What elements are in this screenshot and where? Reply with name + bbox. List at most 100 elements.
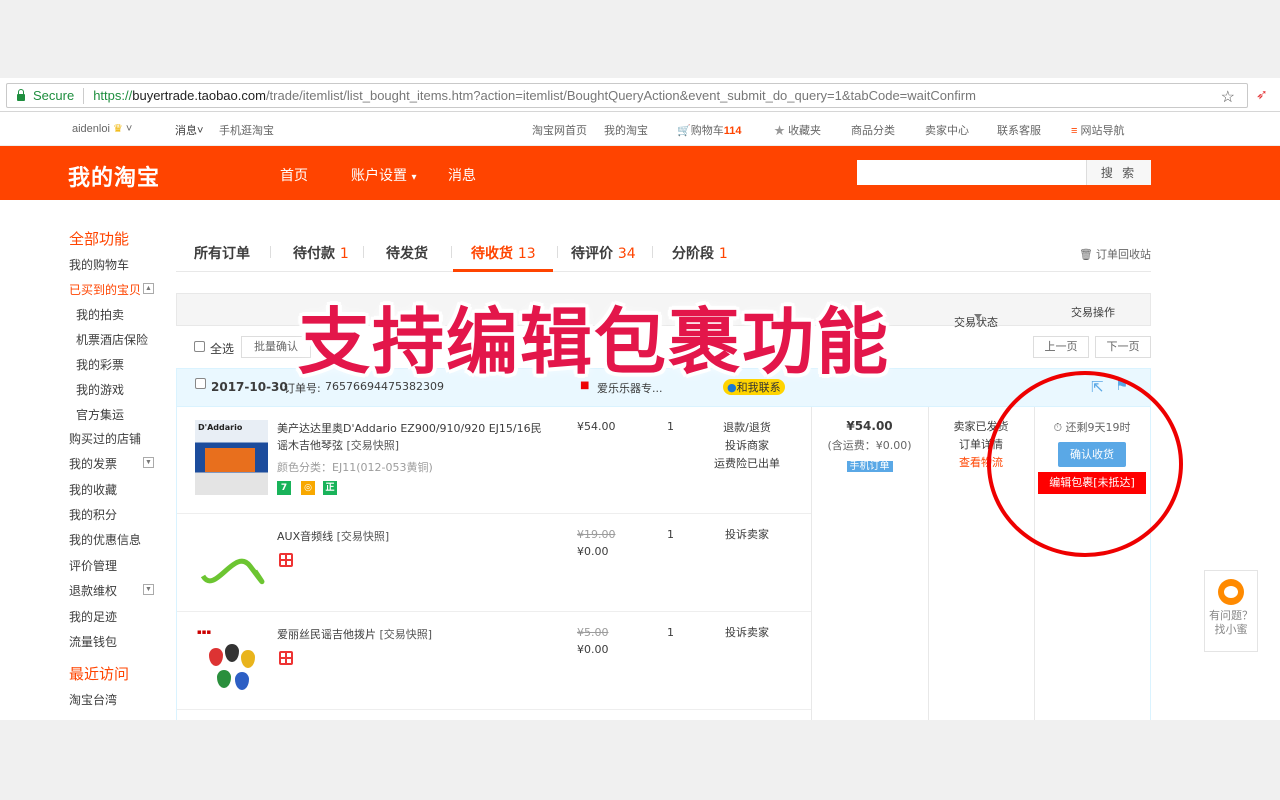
snapshot-link[interactable]: [交易快照] bbox=[337, 530, 390, 543]
snapshot-link[interactable]: [交易快照] bbox=[380, 628, 433, 641]
user-name[interactable]: aidenloi ♛ ˅ bbox=[72, 122, 132, 135]
logo[interactable]: 我的淘宝 bbox=[68, 160, 160, 192]
product-name-text: 爱丽丝民谣吉他拨片 bbox=[277, 628, 376, 641]
recent-item[interactable]: 淘宝台湾 bbox=[69, 691, 117, 708]
categories-link[interactable]: 商品分类 bbox=[851, 122, 895, 138]
favorites-link[interactable]: ★ 收藏夹 bbox=[774, 122, 821, 138]
my-taobao-link[interactable]: 我的淘宝 bbox=[604, 122, 648, 138]
sidebar-item-favorites[interactable]: 我的收藏 bbox=[69, 481, 117, 498]
tab-pending-ship[interactable]: 待发货 bbox=[386, 243, 428, 263]
quantity: 1 bbox=[667, 626, 674, 639]
cart-label: 购物车 bbox=[690, 125, 724, 137]
product-name[interactable]: AUX音频线 [交易快照] bbox=[277, 528, 547, 545]
total-price: ¥54.00 bbox=[846, 419, 893, 433]
pick-image bbox=[225, 644, 239, 662]
order-checkbox[interactable] bbox=[195, 378, 206, 389]
product-name[interactable]: 美产达达里奥D'Addario EZ900/910/920 EJ15/16民谣木… bbox=[277, 420, 547, 454]
nav-account-label: 账户设置 bbox=[351, 168, 407, 184]
star-icon: ★ bbox=[774, 125, 785, 137]
refund-link[interactable]: 退款/退货 bbox=[697, 419, 797, 437]
tab-count: 34 bbox=[617, 246, 636, 262]
complain-link[interactable]: 投诉卖家 bbox=[697, 624, 797, 642]
recycle-bin-link[interactable]: 🗑 订单回收站 bbox=[1079, 246, 1151, 262]
sidebar-item-auction[interactable]: 我的拍卖 bbox=[76, 306, 124, 323]
sidebar-item-shipping[interactable]: 官方集运 bbox=[76, 406, 124, 423]
item-operations: 投诉卖家 bbox=[697, 624, 797, 642]
tab-installments[interactable]: 分阶段 1 bbox=[672, 243, 728, 263]
product-name[interactable]: 爱丽丝民谣吉他拨片 [交易快照] bbox=[277, 626, 547, 643]
complain-link[interactable]: 投诉商家 bbox=[697, 437, 797, 455]
menu-icon: ≡ bbox=[1071, 125, 1078, 137]
pick-image bbox=[241, 650, 255, 668]
table-row: ▪▪▪ 爱丽丝民谣吉他拨片 [交易快照] ¥5.00 ¥0.00 1 投诉卖家 bbox=[177, 612, 811, 710]
prev-page-button[interactable]: 上一页 bbox=[1033, 336, 1089, 358]
cart-count: 114 bbox=[723, 125, 742, 137]
pick-image bbox=[217, 670, 231, 688]
search-input[interactable] bbox=[857, 160, 1086, 185]
product-thumbnail[interactable]: D'Addario bbox=[195, 420, 268, 495]
home-link[interactable]: 淘宝网首页 bbox=[532, 122, 587, 138]
select-all-label: 全选 bbox=[210, 342, 235, 356]
help-line1: 有问题？ bbox=[1209, 610, 1253, 622]
sidebar-item-refunds[interactable]: 退款维权 bbox=[69, 582, 117, 599]
tab-pending-review[interactable]: 待评价 34 bbox=[571, 243, 636, 263]
sidebar-item-points[interactable]: 我的积分 bbox=[69, 506, 117, 523]
sidebar-item-coupons[interactable]: 我的优惠信息 bbox=[69, 531, 141, 548]
tab-pending-receipt[interactable]: 待收货 13 bbox=[471, 243, 536, 263]
sidebar-item-shops[interactable]: 购买过的店铺 bbox=[69, 430, 141, 447]
nav-home[interactable]: 首页 bbox=[280, 165, 308, 185]
mobile-link[interactable]: 手机逛淘宝 bbox=[219, 122, 274, 138]
collapse-icon[interactable]: ▲ bbox=[143, 283, 154, 294]
service-link[interactable]: 联系客服 bbox=[997, 122, 1041, 138]
sitemap-text: 网站导航 bbox=[1080, 125, 1125, 137]
sidebar-item-lottery[interactable]: 我的彩票 bbox=[76, 356, 124, 373]
sidebar-item-data-wallet[interactable]: 流量钱包 bbox=[69, 633, 117, 650]
cable-image bbox=[200, 558, 265, 585]
sidebar-item-travel[interactable]: 机票酒店保险 bbox=[76, 331, 148, 348]
cart-link[interactable]: 🛒购物车114 bbox=[677, 122, 741, 138]
tab-label: 待付款 bbox=[293, 246, 335, 262]
product-thumbnail[interactable] bbox=[195, 526, 268, 601]
expand-icon[interactable]: ▼ bbox=[143, 584, 154, 595]
snapshot-link[interactable]: [交易快照] bbox=[347, 439, 400, 452]
tab-pending-payment[interactable]: 待付款 1 bbox=[293, 243, 349, 263]
overlay-caption: 支持编辑包裹功能 bbox=[298, 300, 891, 384]
genuine-badge: 正 bbox=[323, 481, 337, 495]
nav-messages[interactable]: 消息 bbox=[448, 165, 476, 185]
help-widget[interactable]: 有问题？ 找小蜜 bbox=[1204, 570, 1258, 652]
tab-label: 待发货 bbox=[386, 246, 428, 262]
next-page-button[interactable]: 下一页 bbox=[1095, 336, 1151, 358]
sidebar-item-reviews[interactable]: 评价管理 bbox=[69, 557, 117, 574]
price-block: ¥19.00 ¥0.00 bbox=[577, 528, 616, 558]
sidebar-item-invoice[interactable]: 我的发票 bbox=[69, 455, 117, 472]
nav-account-settings[interactable]: 账户设置 ▾ bbox=[351, 165, 416, 185]
recycle-bin-text: 订单回收站 bbox=[1096, 249, 1151, 261]
sidebar-item-games[interactable]: 我的游戏 bbox=[76, 381, 124, 398]
messages-link[interactable]: 消息˅ bbox=[175, 122, 203, 138]
seller-center-link[interactable]: 卖家中心 bbox=[925, 122, 969, 138]
tab-label: 所有订单 bbox=[194, 246, 250, 262]
table-row: AUX音频线 [交易快照] ¥19.00 ¥0.00 1 投诉卖家 bbox=[177, 514, 811, 612]
url-field[interactable]: Secure https:// buyertrade.taobao.com /t… bbox=[6, 83, 1248, 108]
crown-icon: ♛ bbox=[112, 123, 123, 135]
gift-icon bbox=[279, 651, 293, 665]
active-tab-indicator bbox=[453, 269, 553, 272]
extension-icon[interactable]: ➶ bbox=[1256, 87, 1270, 103]
bookmark-star-icon[interactable]: ☆ bbox=[1221, 87, 1235, 107]
product-thumbnail[interactable]: ▪▪▪ bbox=[195, 626, 268, 701]
complain-link[interactable]: 投诉卖家 bbox=[697, 526, 797, 544]
divider bbox=[451, 246, 452, 258]
item-operations: 投诉卖家 bbox=[697, 526, 797, 544]
expand-icon[interactable]: ▼ bbox=[143, 457, 154, 468]
product-image bbox=[205, 448, 255, 472]
sidebar-item-footprints[interactable]: 我的足迹 bbox=[69, 608, 117, 625]
sidebar-item-cart[interactable]: 我的购物车 bbox=[69, 256, 129, 273]
sidebar-item-bought[interactable]: 已买到的宝贝 bbox=[69, 281, 141, 298]
sitemap-link[interactable]: ≡ 网站导航 bbox=[1071, 122, 1124, 138]
divider bbox=[83, 87, 85, 104]
tab-all[interactable]: 所有订单 bbox=[194, 243, 250, 263]
select-all-checkbox[interactable] bbox=[194, 341, 205, 352]
pick-image bbox=[209, 648, 223, 666]
site-nav: aidenloi ♛ ˅ 消息˅ 手机逛淘宝 淘宝网首页 我的淘宝 🛒购物车11… bbox=[0, 112, 1280, 146]
search-button[interactable]: 搜 索 bbox=[1086, 160, 1151, 185]
